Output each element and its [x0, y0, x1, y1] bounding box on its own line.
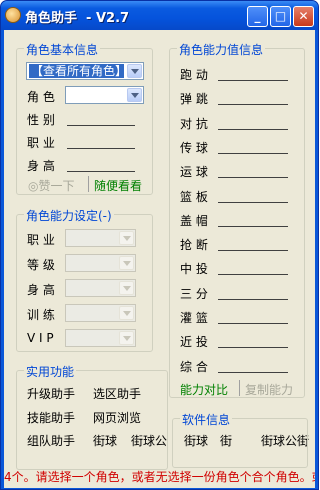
settings-training-combo[interactable] — [65, 304, 136, 322]
stat-value-line — [218, 152, 288, 154]
settings-level-label: 等 级 — [27, 258, 55, 272]
stat-label: 中 投 — [180, 262, 208, 277]
tab-street-ball-1[interactable]: 街球 — [93, 432, 117, 449]
casual-view-button[interactable]: 随便看看 — [94, 177, 142, 194]
stat-label: 跑 动 — [180, 68, 208, 82]
pick-helper-button[interactable]: 选区助手 — [93, 385, 141, 402]
upgrade-helper-button[interactable]: 升级助手 — [27, 385, 75, 402]
stat-value-line — [218, 323, 288, 324]
settings-vip-combo[interactable] — [65, 329, 136, 347]
settings-level-combo[interactable] — [65, 254, 136, 272]
divider — [88, 176, 89, 192]
close-icon: ✕ — [298, 9, 309, 23]
job-label: 职 业 — [27, 136, 55, 150]
compare-button[interactable]: 能力对比 — [180, 381, 228, 398]
chevron-down-icon — [119, 306, 134, 320]
stat-value-line — [218, 274, 288, 276]
settings-training-label: 训 练 — [27, 308, 55, 322]
view-role-combo[interactable]: 【查看所有角色】 — [26, 62, 144, 80]
chevron-down-icon[interactable] — [127, 64, 142, 78]
status-text: 4个。请选择一个角色，或者无选择一份角色个合个角色。或 — [4, 470, 315, 484]
stat-value-line — [218, 298, 288, 300]
stat-value-line — [218, 371, 288, 373]
stat-label: 弹 跳 — [180, 92, 208, 107]
settings-job-combo[interactable] — [65, 229, 136, 247]
stat-label: 篮 板 — [180, 189, 208, 204]
chevron-down-icon[interactable] — [127, 88, 142, 102]
ability-values-legend: 角色能力值信息 — [177, 41, 266, 58]
gender-value-line — [67, 125, 135, 126]
job-value-line — [67, 148, 135, 149]
stat-label: 传 球 — [180, 140, 208, 155]
settings-height-combo[interactable] — [65, 279, 136, 297]
app-window: 角色助手 - V2.7 _ □ ✕ 角色基本信息 【查看所有角色】 角 色 性 … — [0, 0, 319, 490]
stat-value-line — [218, 128, 288, 130]
stat-value-line — [218, 104, 288, 106]
settings-height-label: 身 高 — [27, 283, 55, 297]
stat-label: 三 分 — [180, 286, 208, 301]
role-label: 角 色 — [27, 90, 55, 104]
client-area: 角色基本信息 【查看所有角色】 角 色 性 别 职 业 身 高 ◎赞一下 随便看… — [4, 30, 315, 488]
software-info-legend: 软件信息 — [180, 411, 233, 428]
close-button[interactable]: ✕ — [293, 6, 314, 27]
height-value-line — [67, 171, 135, 172]
title-bar[interactable]: 角色助手 - V2.7 _ □ ✕ — [1, 1, 318, 30]
stat-label: 运 球 — [180, 165, 208, 180]
ability-settings-legend: 角色能力设定(-) — [24, 207, 114, 224]
minimize-button[interactable]: _ — [247, 6, 268, 27]
chevron-down-icon — [119, 331, 134, 345]
role-combo[interactable] — [65, 86, 144, 104]
settings-job-label: 职 业 — [27, 233, 55, 247]
stat-value-line — [218, 250, 288, 252]
minimize-icon: _ — [254, 9, 261, 23]
gender-label: 性 别 — [27, 113, 55, 127]
praise-button[interactable]: ◎赞一下 — [28, 177, 74, 194]
maximize-button[interactable]: □ — [270, 6, 291, 27]
skill-helper-button[interactable]: 技能助手 — [27, 409, 75, 426]
chevron-down-icon — [119, 281, 134, 295]
app-icon — [5, 7, 21, 23]
stat-label: 对 抗 — [180, 116, 208, 131]
window-title: 角色助手 - V2.7 — [25, 11, 130, 26]
stat-label: 近 投 — [180, 335, 208, 350]
stat-value-line — [218, 177, 288, 179]
stat-value-line — [218, 80, 288, 81]
view-role-combo-value: 【查看所有角色】 — [29, 64, 124, 78]
stat-value-line — [218, 201, 288, 203]
stat-label: 综 合 — [180, 359, 208, 374]
stat-label: 抢 断 — [180, 238, 208, 253]
maximize-icon: □ — [274, 9, 287, 23]
software-info-group: 软件信息 — [172, 411, 308, 468]
stat-label: 盖 帽 — [180, 213, 208, 228]
divider — [239, 380, 240, 396]
functions-legend: 实用功能 — [24, 363, 77, 380]
chevron-down-icon — [119, 231, 134, 245]
team-helper-button[interactable]: 组队助手 — [27, 432, 75, 449]
settings-vip-label: V I P — [27, 331, 54, 345]
height-label: 身 高 — [27, 159, 55, 173]
tab-street-ball-2[interactable]: 街球公 — [131, 432, 167, 449]
stat-value-line — [218, 225, 288, 227]
copy-ability-button[interactable]: 复制能力 — [245, 381, 293, 398]
stat-label: 灌 篮 — [180, 311, 208, 325]
chevron-down-icon — [119, 256, 134, 270]
basic-info-legend: 角色基本信息 — [24, 41, 101, 58]
web-browse-button[interactable]: 网页浏览 — [93, 409, 141, 426]
stat-value-line — [218, 347, 288, 349]
